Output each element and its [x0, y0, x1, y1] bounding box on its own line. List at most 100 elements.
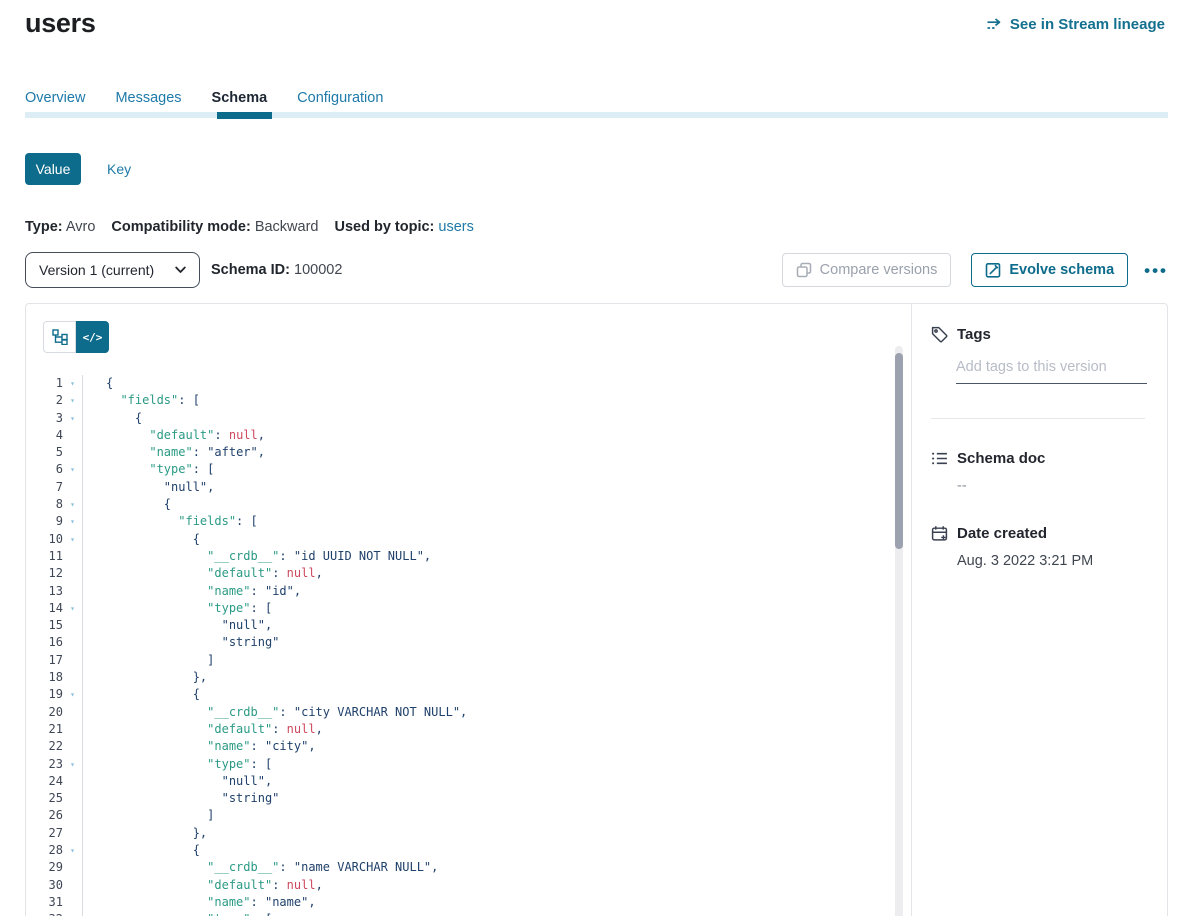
- code-line: 16 "string": [26, 634, 897, 651]
- tab-overview[interactable]: Overview: [25, 90, 85, 106]
- fold-spacer: [63, 790, 82, 807]
- code-text: ]: [82, 652, 214, 669]
- code-text: "string": [82, 790, 279, 807]
- schema-id-label: Schema ID:: [211, 262, 290, 278]
- more-options-button[interactable]: •••: [1144, 262, 1168, 279]
- evolve-schema-button[interactable]: Evolve schema: [971, 253, 1128, 287]
- date-created-title: Date created: [957, 525, 1047, 542]
- code-line: 6▾ "type": [: [26, 461, 897, 478]
- line-number: 3: [26, 410, 63, 427]
- code-text: {: [82, 686, 200, 703]
- fold-spacer: [63, 634, 82, 651]
- fold-arrow-icon[interactable]: ▾: [63, 686, 82, 703]
- code-line: 14▾ "type": [: [26, 600, 897, 617]
- tab-configuration[interactable]: Configuration: [297, 90, 383, 106]
- line-number: 19: [26, 686, 63, 703]
- stream-lineage-label: See in Stream lineage: [1010, 16, 1165, 33]
- fold-spacer: [63, 565, 82, 582]
- topic-link[interactable]: users: [438, 219, 473, 235]
- code-line: 21 "default": null,: [26, 721, 897, 738]
- fold-arrow-icon[interactable]: ▾: [63, 911, 82, 916]
- fold-arrow-icon[interactable]: ▾: [63, 531, 82, 548]
- code-text: "__crdb__": "id UUID NOT NULL",: [82, 548, 431, 565]
- code-text: "__crdb__": "name VARCHAR NULL",: [82, 859, 438, 876]
- code-text: "null",: [82, 773, 272, 790]
- code-text: {: [82, 375, 113, 392]
- line-number: 29: [26, 859, 63, 876]
- type-label: Type:: [25, 219, 63, 235]
- tree-view-button[interactable]: [43, 321, 76, 353]
- tab-messages[interactable]: Messages: [115, 90, 181, 106]
- code-line: 29 "__crdb__": "name VARCHAR NULL",: [26, 859, 897, 876]
- line-number: 23: [26, 756, 63, 773]
- code-line: 11 "__crdb__": "id UUID NOT NULL",: [26, 548, 897, 565]
- code-text: "name": "after",: [82, 444, 265, 461]
- fold-spacer: [63, 669, 82, 686]
- editor-scrollbar-track[interactable]: [895, 346, 903, 916]
- tab-schema[interactable]: Schema: [212, 90, 268, 106]
- fold-arrow-icon[interactable]: ▾: [63, 410, 82, 427]
- line-number: 11: [26, 548, 63, 565]
- fold-arrow-icon[interactable]: ▾: [63, 392, 82, 409]
- code-line: 27 },: [26, 825, 897, 842]
- schema-doc-title: Schema doc: [957, 450, 1045, 467]
- fold-arrow-icon[interactable]: ▾: [63, 600, 82, 617]
- fold-arrow-icon[interactable]: ▾: [63, 461, 82, 478]
- key-toggle-button[interactable]: Key: [95, 153, 143, 185]
- tags-title: Tags: [957, 326, 991, 343]
- fold-arrow-icon[interactable]: ▾: [63, 842, 82, 859]
- code-line: 32▾ "type": [: [26, 911, 897, 916]
- code-text: "null",: [82, 617, 272, 634]
- code-line: 8▾ {: [26, 496, 897, 513]
- stream-lineage-icon: [986, 18, 1003, 31]
- line-number: 20: [26, 704, 63, 721]
- editor-scrollbar-thumb[interactable]: [895, 353, 903, 549]
- add-tags-input[interactable]: [956, 359, 1147, 384]
- line-number: 6: [26, 461, 63, 478]
- code-text: "type": [: [82, 911, 272, 916]
- tree-view-icon: [52, 329, 68, 345]
- compare-versions-button[interactable]: Compare versions: [782, 253, 952, 287]
- schema-id-value: 100002: [294, 262, 342, 278]
- fold-spacer: [63, 825, 82, 842]
- schema-doc-value: --: [957, 478, 1147, 494]
- line-number: 21: [26, 721, 63, 738]
- fold-arrow-icon[interactable]: ▾: [63, 375, 82, 392]
- stream-lineage-link[interactable]: See in Stream lineage: [986, 16, 1165, 33]
- code-line: 31 "name": "name",: [26, 894, 897, 911]
- fold-arrow-icon[interactable]: ▾: [63, 513, 82, 530]
- code-line: 15 "null",: [26, 617, 897, 634]
- line-number: 9: [26, 513, 63, 530]
- fold-spacer: [63, 894, 82, 911]
- compare-versions-label: Compare versions: [820, 262, 938, 278]
- fold-arrow-icon[interactable]: ▾: [63, 496, 82, 513]
- line-number: 22: [26, 738, 63, 755]
- code-line: 12 "default": null,: [26, 565, 897, 582]
- code-line: 24 "null",: [26, 773, 897, 790]
- code-line: 1▾{: [26, 375, 897, 392]
- line-number: 14: [26, 600, 63, 617]
- code-text: "type": [: [82, 461, 214, 478]
- code-view-button[interactable]: </>: [76, 321, 109, 353]
- code-text: "default": null,: [82, 877, 323, 894]
- sidebar-divider: [931, 418, 1145, 419]
- fold-spacer: [63, 479, 82, 496]
- code-line: 4 "default": null,: [26, 427, 897, 444]
- date-created-section: Date created Aug. 3 2022 3:21 PM: [931, 525, 1147, 569]
- tab-bar: Overview Messages Schema Configuration: [25, 90, 383, 106]
- fold-spacer: [63, 877, 82, 894]
- fold-spacer: [63, 444, 82, 461]
- value-toggle-button[interactable]: Value: [25, 153, 81, 185]
- chevron-down-icon: [175, 266, 186, 274]
- fold-arrow-icon[interactable]: ▾: [63, 756, 82, 773]
- code-line: 10▾ {: [26, 531, 897, 548]
- fold-spacer: [63, 617, 82, 634]
- code-text: {: [82, 410, 142, 427]
- compatibility-value: Backward: [255, 219, 319, 235]
- compatibility-field: Compatibility mode: Backward: [111, 219, 318, 235]
- version-select[interactable]: Version 1 (current): [25, 252, 200, 288]
- fold-spacer: [63, 773, 82, 790]
- fold-spacer: [63, 427, 82, 444]
- line-number: 5: [26, 444, 63, 461]
- line-number: 13: [26, 583, 63, 600]
